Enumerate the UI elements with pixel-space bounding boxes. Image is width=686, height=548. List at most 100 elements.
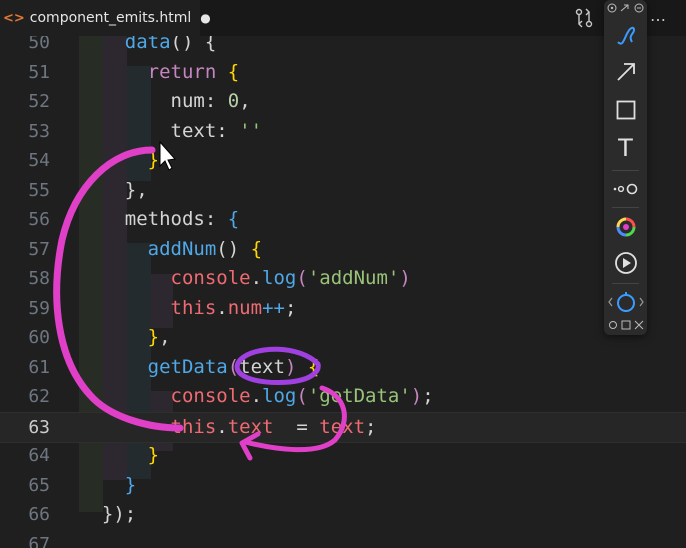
code-text[interactable]: }, <box>79 323 171 353</box>
code-token: : <box>204 90 228 112</box>
code-line[interactable]: 63 this.text = text; <box>0 411 686 443</box>
code-token: { <box>216 60 240 83</box>
code-text[interactable]: return { <box>79 58 240 88</box>
code-line[interactable]: 57 addNum() { <box>0 235 686 265</box>
code-text[interactable]: }); <box>79 500 136 530</box>
code-line[interactable]: 52 num: 0, <box>0 87 686 117</box>
code-token: } <box>147 326 160 348</box>
stopwatch-icon[interactable] <box>604 287 647 317</box>
code-line[interactable]: 59 this.num++; <box>0 294 686 324</box>
line-number: 52 <box>28 91 50 112</box>
code-text[interactable]: getData(text) { <box>79 353 320 383</box>
line-number: 62 <box>28 386 50 407</box>
line-width-icon[interactable] <box>604 174 647 204</box>
toolbox-divider <box>612 283 639 284</box>
line-number: 50 <box>28 36 50 53</box>
code-text[interactable]: methods: { <box>79 205 239 235</box>
code-token: 'addNum' <box>307 267 400 289</box>
code-token: { <box>250 237 263 260</box>
code-text[interactable]: this.text = text; <box>79 413 377 443</box>
line-number: 56 <box>28 209 50 230</box>
code-token: . <box>216 296 228 319</box>
more-actions-icon[interactable]: … <box>650 6 666 25</box>
code-text[interactable]: addNum() { <box>79 235 262 265</box>
line-number: 58 <box>28 268 50 289</box>
code-line[interactable]: 67 <box>0 530 686 548</box>
code-line[interactable]: 66 }); <box>0 500 686 530</box>
code-text[interactable]: } <box>79 146 159 176</box>
line-number: 66 <box>28 504 50 525</box>
code-text[interactable]: }, <box>79 176 148 206</box>
code-token: ) <box>410 385 423 407</box>
code-token: ( <box>296 267 308 289</box>
code-line[interactable]: 50 data() { <box>0 36 686 58</box>
code-token: ( <box>227 355 240 378</box>
toolbox-footer-icons <box>604 318 647 332</box>
code-token: this <box>170 296 217 319</box>
code-text[interactable]: text: '' <box>79 117 263 147</box>
line-number: 64 <box>28 445 50 466</box>
code-token: . <box>250 385 263 407</box>
text-tool-icon[interactable]: T <box>604 130 647 166</box>
code-line[interactable]: 58 console.log('addNum') <box>0 264 686 294</box>
code-token: num <box>227 296 263 319</box>
code-line[interactable]: 60 }, <box>0 323 686 353</box>
play-icon[interactable] <box>604 246 647 280</box>
code-token: text <box>239 355 285 378</box>
code-text[interactable]: data() { <box>79 36 217 58</box>
rectangle-tool-icon[interactable] <box>604 92 647 128</box>
code-text[interactable]: num: 0, <box>79 87 251 117</box>
line-number: 59 <box>28 297 50 319</box>
code-text[interactable]: console.log('getData'); <box>79 382 434 412</box>
line-number: 57 <box>28 238 50 260</box>
code-line[interactable]: 65 } <box>0 471 686 501</box>
code-line[interactable]: 62 console.log('getData'); <box>0 382 686 412</box>
code-text[interactable]: } <box>79 471 136 501</box>
unsaved-dot-icon[interactable]: ● <box>200 11 210 25</box>
compare-changes-icon[interactable] <box>575 8 593 32</box>
code-token: : <box>204 208 228 230</box>
code-text[interactable]: this.num++; <box>79 294 297 324</box>
code-editor[interactable]: 50 data() {51 return {52 num: 0, 53 text:… <box>0 36 686 548</box>
toolbox-divider <box>612 170 639 171</box>
annotation-toolbox: T <box>604 0 647 335</box>
code-line[interactable]: 51 return { <box>0 58 686 88</box>
line-number: 55 <box>28 179 50 201</box>
color-picker-icon[interactable] <box>604 210 647 244</box>
code-line[interactable]: 56 methods: { <box>0 205 686 235</box>
code-token: ; <box>284 296 297 319</box>
html-file-icon: <> <box>3 10 25 26</box>
code-token: console <box>170 267 251 289</box>
code-line[interactable]: 55 }, <box>0 176 686 206</box>
freehand-pen-icon[interactable] <box>604 18 647 52</box>
code-text[interactable]: } <box>79 441 159 471</box>
code-token: text <box>319 415 366 438</box>
code-token: '' <box>239 119 263 142</box>
code-line[interactable]: 54 } <box>0 146 686 176</box>
code-text[interactable]: console.log('addNum') <box>79 264 411 294</box>
line-number: 65 <box>28 474 50 496</box>
code-token: this <box>170 415 217 438</box>
code-line[interactable]: 53 text: '' <box>0 117 686 147</box>
code-token: ) <box>284 355 297 378</box>
code-token: , <box>239 90 251 112</box>
code-line[interactable]: 64 } <box>0 441 686 471</box>
code-token: }, <box>124 178 148 201</box>
code-line[interactable]: 61 getData(text) { <box>0 353 686 383</box>
arrow-tool-icon[interactable] <box>604 54 647 90</box>
code-token: return <box>147 60 217 83</box>
tab-component-emits[interactable]: <> component_emits.html ● <box>0 0 211 36</box>
tab-filename: component_emits.html <box>29 10 192 26</box>
code-token: addNum <box>147 237 217 260</box>
code-token: console <box>170 385 251 407</box>
code-token: getData <box>147 355 228 378</box>
code-token: log <box>262 267 297 289</box>
